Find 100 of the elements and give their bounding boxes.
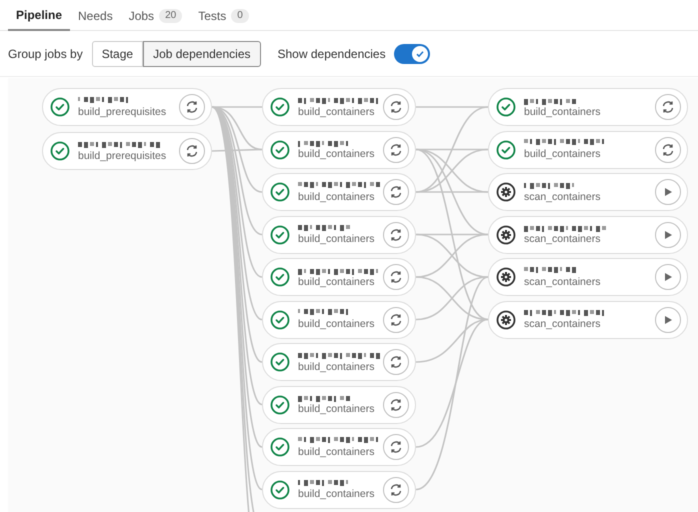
job-node[interactable]: build_prerequisites (42, 88, 212, 126)
success-check-icon (270, 224, 290, 244)
job-node[interactable]: build_prerequisites (42, 132, 212, 170)
play-button[interactable] (655, 264, 681, 290)
job-node[interactable]: scan_containers (488, 258, 688, 296)
retry-button[interactable] (383, 349, 409, 375)
retry-icon (389, 270, 403, 284)
retry-icon (389, 228, 403, 242)
job-node[interactable]: build_containers (262, 173, 416, 211)
retry-button[interactable] (383, 94, 409, 120)
retry-button[interactable] (383, 434, 409, 460)
play-button[interactable] (655, 306, 681, 332)
job-stage: build_containers (298, 403, 375, 415)
play-button[interactable] (655, 179, 681, 205)
job-stage: scan_containers (524, 318, 602, 330)
job-stage: build_containers (298, 276, 375, 288)
job-stage: build_containers (298, 360, 375, 372)
check-icon (414, 48, 425, 58)
job-node[interactable]: build_containers (262, 300, 416, 338)
play-icon (663, 230, 673, 240)
job-stage: build_prerequisites (78, 150, 168, 162)
retry-icon (389, 142, 403, 156)
job-stage: build_containers (298, 318, 375, 330)
job-stage: scan_containers (524, 190, 602, 202)
job-node[interactable]: build_containers (262, 130, 416, 168)
count-badge: 20 (159, 8, 182, 22)
play-icon (663, 187, 673, 197)
retry-icon (389, 355, 403, 369)
retry-icon (389, 185, 403, 199)
job-stage: build_containers (298, 148, 375, 160)
obscured-name-drawing (524, 96, 578, 104)
obscured-name-drawing (524, 266, 578, 274)
retry-button[interactable] (383, 306, 409, 332)
job-node[interactable]: scan_containers (488, 216, 688, 254)
connector-line (212, 148, 262, 152)
job-stage: scan_containers (524, 233, 602, 245)
job-node[interactable]: build_containers (262, 386, 416, 424)
retry-button[interactable] (383, 136, 409, 162)
job-node[interactable]: build_containers (262, 343, 416, 381)
success-check-icon (270, 140, 290, 160)
play-icon (663, 314, 673, 324)
retry-button[interactable] (383, 222, 409, 248)
retry-icon (661, 142, 675, 156)
tab[interactable]: Needs (70, 0, 121, 31)
success-check-icon (50, 97, 70, 117)
retry-button[interactable] (179, 94, 205, 120)
success-check-icon (270, 480, 290, 500)
job-node[interactable]: build_containers (262, 428, 416, 466)
retry-icon (389, 482, 403, 496)
job-node[interactable]: build_containers (488, 88, 688, 126)
gear-icon (496, 224, 516, 244)
success-check-icon (50, 141, 70, 161)
job-stage: build_containers (298, 106, 375, 118)
retry-icon (389, 100, 403, 114)
play-button[interactable] (655, 222, 681, 248)
retry-button[interactable] (655, 136, 681, 162)
tab[interactable]: Tests 0 (190, 0, 257, 31)
group-option[interactable]: Job dependencies (143, 40, 260, 66)
retry-button[interactable] (383, 179, 409, 205)
job-stage: scan_containers (524, 276, 602, 288)
retry-icon (185, 144, 199, 158)
job-node[interactable]: scan_containers (488, 300, 688, 338)
success-check-icon (270, 267, 290, 287)
count-badge: 0 (231, 8, 249, 22)
obscured-name-drawing (298, 394, 352, 402)
job-stage: build_prerequisites (78, 106, 168, 118)
retry-icon (661, 100, 675, 114)
job-node[interactable]: scan_containers (488, 173, 688, 211)
success-check-icon (270, 97, 290, 117)
tab[interactable]: Pipeline (8, 0, 70, 31)
job-stage: build_containers (524, 106, 602, 118)
success-check-icon (496, 140, 516, 160)
tab[interactable]: Jobs 20 (120, 0, 190, 31)
job-stage: build_containers (298, 446, 375, 458)
group-option[interactable]: Stage (92, 40, 144, 66)
success-check-icon (270, 310, 290, 330)
success-check-icon (270, 394, 290, 414)
retry-button[interactable] (383, 392, 409, 418)
job-node[interactable]: build_containers (488, 130, 688, 168)
retry-button[interactable] (383, 264, 409, 290)
connector-line (416, 106, 488, 108)
job-stage: build_containers (298, 488, 375, 500)
retry-button[interactable] (179, 138, 205, 164)
retry-icon (389, 440, 403, 454)
job-stage: build_containers (524, 148, 602, 160)
success-check-icon (270, 182, 290, 202)
obscured-name-drawing (298, 224, 352, 232)
retry-icon (389, 312, 403, 326)
toggle-switch[interactable] (394, 44, 430, 64)
retry-icon (389, 398, 403, 412)
job-node[interactable]: build_containers (262, 88, 416, 126)
retry-button[interactable] (655, 94, 681, 120)
retry-button[interactable] (383, 476, 409, 502)
success-check-icon (270, 437, 290, 457)
job-node[interactable]: build_containers (262, 216, 416, 254)
job-node[interactable]: build_containers (262, 258, 416, 296)
play-icon (663, 272, 673, 282)
job-stage: build_containers (298, 233, 375, 245)
job-node[interactable]: build_containers (262, 470, 416, 508)
gear-icon (496, 267, 516, 287)
